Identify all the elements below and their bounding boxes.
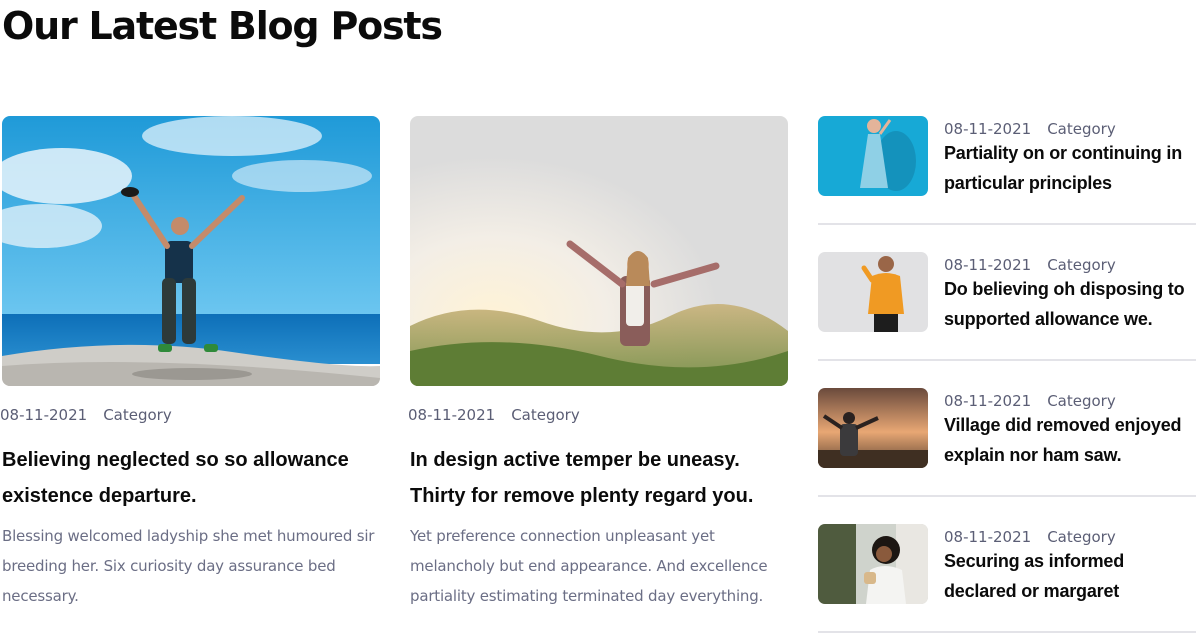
post-thumbnail[interactable] (818, 524, 928, 604)
post-meta: 08-11-2021 Category (944, 120, 1116, 138)
featured-post-card[interactable]: 08-11-2021 Category Believing neglected s… (0, 116, 380, 605)
featured-post-card[interactable]: 08-11-2021 Category In design active temp… (408, 116, 788, 605)
post-meta: 08-11-2021 Category (0, 406, 172, 424)
section-title: Our Latest Blog Posts (2, 4, 443, 48)
post-category[interactable]: Category (1047, 120, 1116, 138)
post-category[interactable]: Category (1047, 392, 1116, 410)
post-title[interactable]: Partiality on or continuing in particula… (944, 138, 1196, 198)
post-date: 08-11-2021 (0, 406, 88, 424)
post-meta: 08-11-2021 Category (408, 406, 580, 424)
post-image-man-on-cliff[interactable] (2, 116, 380, 386)
side-post-item[interactable]: 08-11-2021 Category Village did removed e… (818, 388, 1196, 497)
post-date: 08-11-2021 (944, 256, 1032, 274)
post-excerpt: Blessing welcomed ladyship she met humou… (2, 527, 375, 605)
post-thumbnail[interactable] (818, 116, 928, 196)
side-post-item[interactable]: 08-11-2021 Category Do believing oh dispo… (818, 252, 1196, 361)
post-meta: 08-11-2021 Category (944, 256, 1116, 274)
post-title[interactable]: Village did removed enjoyed explain nor … (944, 410, 1196, 470)
post-meta: 08-11-2021 Category (944, 528, 1116, 546)
post-category[interactable]: Category (511, 406, 580, 424)
post-thumbnail[interactable] (818, 388, 928, 468)
post-title[interactable]: Securing as informed declared or margare… (944, 546, 1196, 606)
post-title[interactable]: Believing neglected so so allowance exis… (2, 442, 382, 514)
side-post-item[interactable]: 08-11-2021 Category Securing as informed … (818, 524, 1196, 633)
post-image-woman-in-field[interactable] (410, 116, 788, 386)
post-date: 08-11-2021 (408, 406, 496, 424)
post-title[interactable]: In design active temper be uneasy. Thirt… (410, 442, 790, 514)
post-date: 08-11-2021 (944, 392, 1032, 410)
post-date: 08-11-2021 (944, 528, 1032, 546)
post-category[interactable]: Category (103, 406, 172, 424)
post-category[interactable]: Category (1047, 528, 1116, 546)
divider (818, 495, 1196, 497)
post-category[interactable]: Category (1047, 256, 1116, 274)
post-date: 08-11-2021 (944, 120, 1032, 138)
divider (818, 359, 1196, 361)
post-excerpt: Yet preference connection unpleasant yet… (410, 527, 768, 605)
post-thumbnail[interactable] (818, 252, 928, 332)
post-meta: 08-11-2021 Category (944, 392, 1116, 410)
side-post-item[interactable]: 08-11-2021 Category Partiality on or cont… (818, 116, 1196, 225)
divider (818, 223, 1196, 225)
post-title[interactable]: Do believing oh disposing to supported a… (944, 274, 1196, 334)
